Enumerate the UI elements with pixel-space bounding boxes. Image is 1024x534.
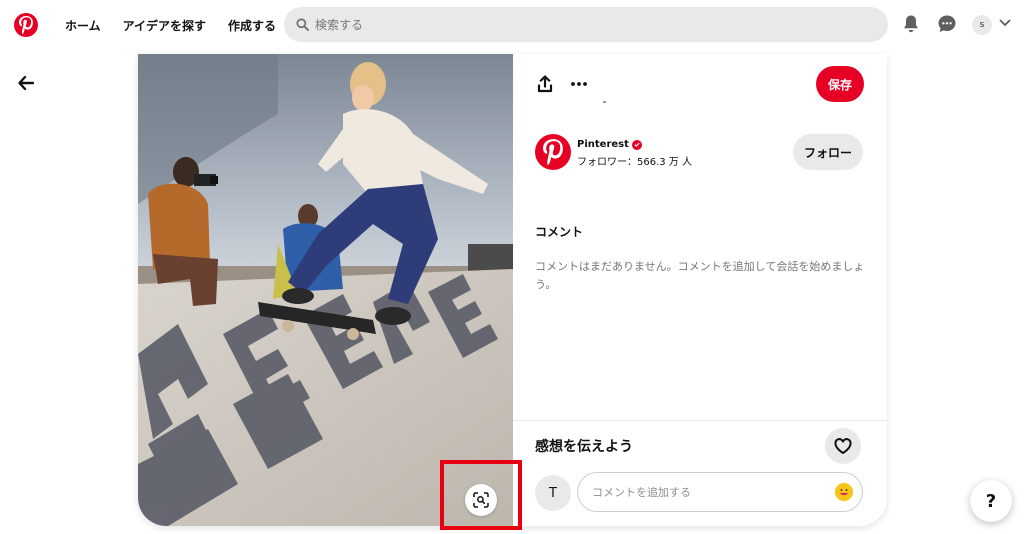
highlight-annotation-box [440,460,522,530]
avatar: s [972,15,992,35]
pin-image[interactable] [138,54,513,526]
pin-closeup-card: 保存 Pinterest フォロワー：566.3 万 人 フォロー コメント コ… [138,54,887,526]
pin-details-panel: 保存 Pinterest フォロワー：566.3 万 人 フォロー コメント コ… [513,54,887,526]
ellipsis-icon [571,82,587,86]
arrow-left-icon [18,76,34,90]
notifications-button[interactable] [902,14,920,34]
react-button[interactable] [825,428,861,464]
divider [603,101,606,103]
bell-icon [904,15,918,33]
comments-heading: コメント [535,225,584,239]
pinterest-p-icon [543,139,563,165]
search-icon [296,18,309,31]
nav-home[interactable]: ホーム [54,9,112,42]
more-options-button[interactable] [567,74,591,94]
divider [513,420,887,421]
user-avatar[interactable]: T [535,475,571,511]
skateboarder-photo [138,54,513,526]
pinterest-p-icon [19,16,33,34]
profile-name-text: Pinterest [577,139,629,150]
nav-create[interactable]: 作成する [217,9,287,42]
account-menu-button[interactable] [999,19,1011,27]
heart-icon [834,438,852,454]
verified-check-icon [631,139,642,150]
nav-explore[interactable]: アイデアを探す [112,9,217,42]
share-icon [537,75,553,93]
follow-button[interactable]: フォロー [793,134,863,170]
follower-count: フォロワー：566.3 万 人 [577,157,692,168]
messages-button[interactable] [937,14,957,34]
profile-name[interactable]: Pinterest [577,139,642,150]
search-bar[interactable] [284,7,888,42]
profile-button[interactable]: s [972,15,992,35]
share-button[interactable] [535,74,555,94]
no-comments-message: コメントはまだありません。コメントを追加して会話を始めましょう。 [535,260,865,291]
speech-bubble-icon [938,15,956,32]
top-navigation-bar: ホーム アイデアを探す 作成する s [0,0,1024,50]
pinterest-logo[interactable] [14,13,38,37]
back-button[interactable] [14,72,38,94]
help-button[interactable]: ? [970,480,1012,522]
chevron-down-icon [999,19,1011,26]
comment-input[interactable] [592,485,828,499]
search-input[interactable] [315,17,855,32]
comment-field[interactable] [577,472,863,512]
reaction-prompt: 感想を伝えよう [535,439,633,455]
save-button[interactable]: 保存 [816,66,864,102]
profile-avatar[interactable] [535,134,571,170]
emoji-icon[interactable] [835,483,853,501]
